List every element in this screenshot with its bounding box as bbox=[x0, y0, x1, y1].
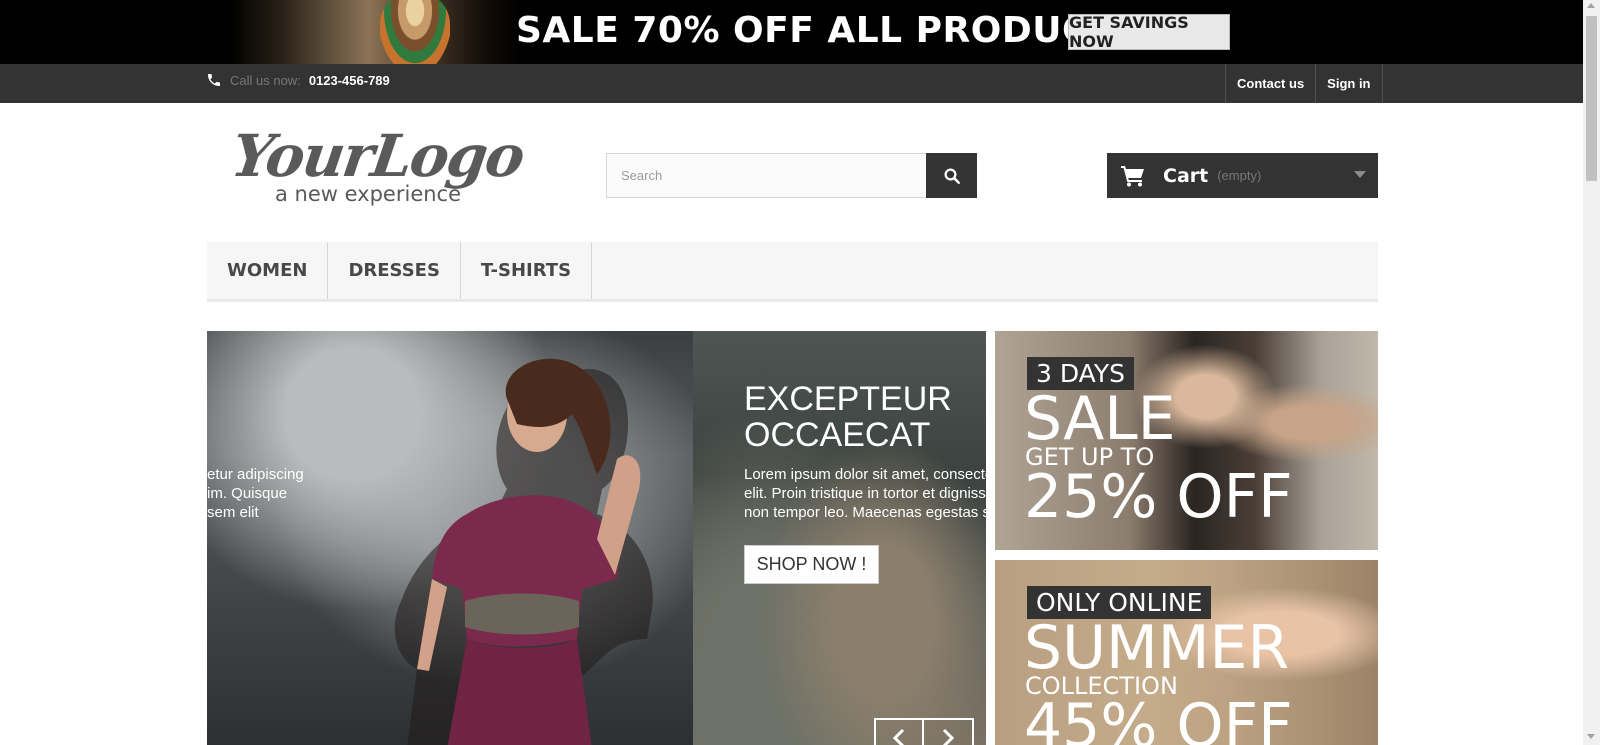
slider-prev-button[interactable] bbox=[874, 718, 924, 745]
promo-discount: 25% OFF bbox=[1024, 462, 1293, 532]
call-us-label: Call us now: bbox=[230, 72, 301, 88]
page-scrollbar[interactable] bbox=[1583, 0, 1600, 745]
banner-headline: SALE 70% OFF ALL PRODUCTS bbox=[516, 10, 1141, 51]
menu-item-tshirts[interactable]: T-SHIRTS bbox=[461, 242, 593, 299]
phone-icon bbox=[208, 74, 220, 86]
slide-body-text: Lorem ipsum dolor sit amet, consecte eli… bbox=[744, 466, 986, 521]
search-button[interactable] bbox=[926, 153, 977, 198]
search-input[interactable] bbox=[606, 153, 926, 198]
promo-tile-summer[interactable]: ONLY ONLINE SUMMER COLLECTION 45% OFF bbox=[995, 560, 1378, 745]
slide-title: EXCEPTEUR OCCAECAT bbox=[744, 380, 952, 454]
shop-now-button[interactable]: SHOP NOW ! bbox=[744, 545, 879, 584]
main-menu: WOMEN DRESSES T-SHIRTS bbox=[207, 242, 1378, 302]
menu-item-dresses[interactable]: DRESSES bbox=[328, 242, 461, 299]
top-promo-banner[interactable]: SALE 70% OFF ALL PRODUCTS GET SAVINGS NO… bbox=[0, 0, 1583, 64]
slide-model-image bbox=[394, 358, 653, 745]
scroll-thumb[interactable] bbox=[1586, 16, 1597, 181]
cart-button[interactable]: Cart (empty) bbox=[1107, 153, 1378, 198]
slider-arrows bbox=[874, 718, 974, 745]
caret-down-icon bbox=[1354, 171, 1366, 178]
scroll-up-arrow[interactable] bbox=[1587, 3, 1595, 8]
site-logo[interactable]: YourLogo a new experience bbox=[227, 122, 527, 210]
cart-icon bbox=[1121, 165, 1144, 186]
contact-us-link[interactable]: Contact us bbox=[1225, 64, 1315, 103]
get-savings-button[interactable]: GET SAVINGS NOW bbox=[1068, 13, 1230, 51]
banner-model-image bbox=[380, 0, 450, 64]
search-icon bbox=[944, 168, 960, 184]
chevron-right-icon bbox=[942, 728, 955, 745]
promo-headline: SUMMER bbox=[1024, 613, 1290, 683]
promo-tile-sale[interactable]: 3 DAYS SALE GET UP TO 25% OFF bbox=[995, 331, 1378, 550]
banner-photo bbox=[230, 0, 520, 64]
account-links: Contact us Sign in bbox=[1225, 64, 1383, 103]
cart-status: (empty) bbox=[1217, 168, 1262, 183]
phone-number: 0123-456-789 bbox=[308, 72, 390, 88]
slide-fragment-text: etur adipiscing im. Quisque sem elit bbox=[207, 466, 304, 521]
scroll-down-arrow[interactable] bbox=[1587, 734, 1595, 739]
chevron-left-icon bbox=[892, 728, 905, 745]
promo-headline: SALE bbox=[1024, 384, 1176, 454]
sign-in-link[interactable]: Sign in bbox=[1315, 64, 1383, 103]
cart-title: Cart bbox=[1163, 164, 1209, 187]
promo-discount: 45% OFF bbox=[1024, 691, 1293, 745]
search-bar bbox=[606, 153, 977, 198]
logo-wordmark: YourLogo bbox=[227, 122, 528, 190]
slider-next-button[interactable] bbox=[924, 718, 974, 745]
contact-phone: Call us now: 0123-456-789 bbox=[206, 71, 390, 89]
logo-tagline: a new experience bbox=[275, 182, 462, 206]
menu-item-women[interactable]: WOMEN bbox=[207, 242, 329, 299]
